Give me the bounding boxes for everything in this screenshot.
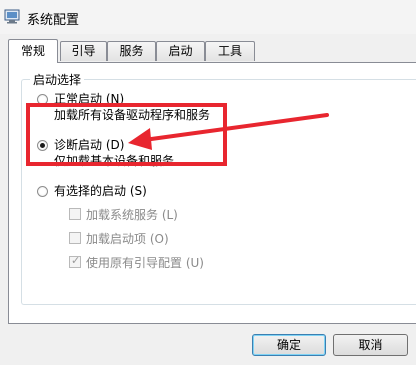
annotation-arrow-icon	[128, 113, 329, 150]
tab-general[interactable]: 常规	[8, 39, 58, 63]
